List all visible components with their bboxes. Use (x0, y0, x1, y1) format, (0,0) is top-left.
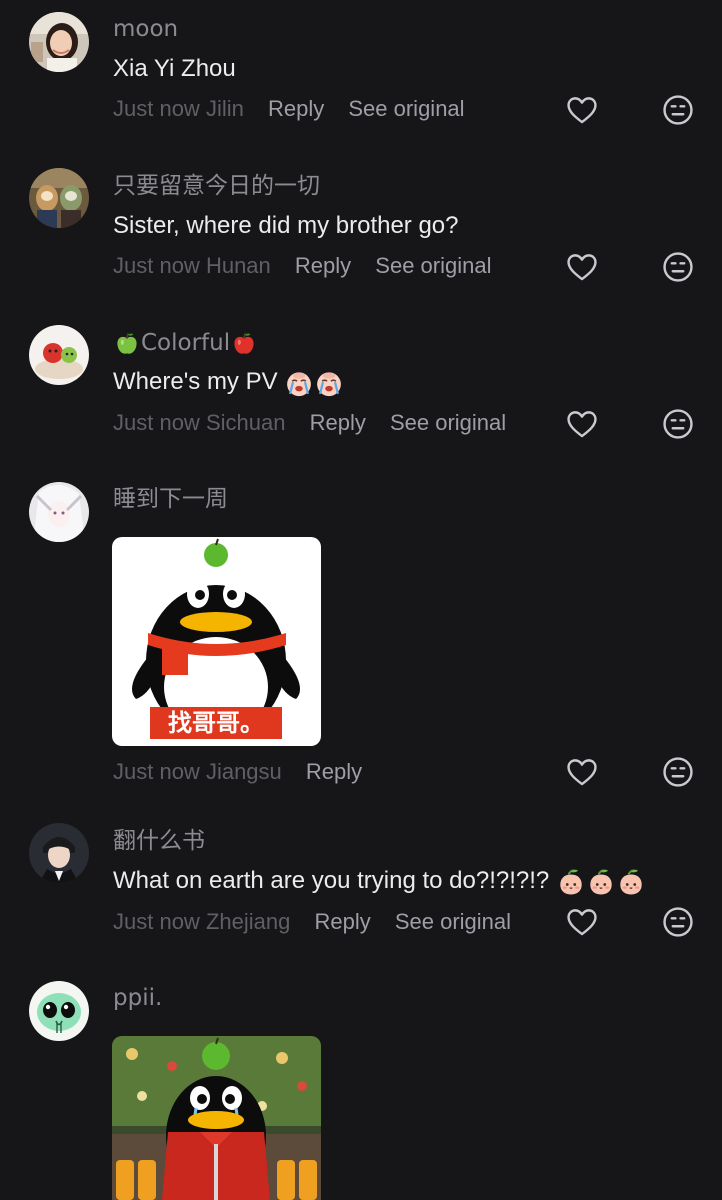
neutral-face-icon[interactable] (661, 93, 695, 127)
neutral-face-icon[interactable] (661, 755, 695, 789)
comment-username[interactable]: 翻什么书 (113, 827, 205, 855)
comment-username[interactable]: ppii. (113, 984, 162, 1012)
heart-outline-icon[interactable] (565, 905, 599, 939)
red-apple-icon (234, 332, 254, 354)
heart-outline-icon[interactable] (565, 755, 599, 789)
sticker-image[interactable] (112, 1036, 321, 1200)
avatar[interactable] (29, 482, 89, 542)
avatar[interactable] (29, 981, 89, 1041)
see-original-button[interactable]: See original (395, 909, 511, 934)
reply-button[interactable]: Reply (306, 759, 362, 784)
crying-face-icon (317, 372, 342, 396)
crying-face-icon (287, 372, 312, 396)
avatar[interactable] (29, 12, 89, 72)
heart-outline-icon[interactable] (565, 407, 599, 441)
comment-text: What on earth are you trying to do?!?!?!… (113, 866, 646, 897)
avatar[interactable] (29, 823, 89, 883)
comment-location: Sichuan (205, 410, 286, 435)
avatar[interactable] (29, 325, 89, 385)
comment-meta: Just now Hunan Reply See original (113, 252, 491, 280)
comment-location: Jilin (205, 96, 244, 121)
comment-time: Just now (113, 253, 200, 278)
comment-meta: Just now Jilin Reply See original (113, 95, 465, 123)
sticker-image[interactable]: 找哥哥。 (112, 537, 321, 746)
peach-face-icon (560, 869, 582, 895)
comment-text-label: Where's my PV (113, 368, 278, 395)
see-original-button[interactable]: See original (375, 253, 491, 278)
reply-button[interactable]: Reply (314, 909, 370, 934)
comment-time: Just now (113, 909, 200, 934)
comment-location: Jiangsu (205, 759, 282, 784)
comment-username[interactable]: 只要留意今日的一切 (113, 172, 320, 200)
green-apple-icon (117, 332, 137, 354)
peach-face-icon (590, 869, 612, 895)
comment-text: Xia Yi Zhou (113, 55, 236, 82)
heart-outline-icon[interactable] (565, 93, 599, 127)
comment-username[interactable]: moon (113, 15, 178, 43)
comment-username[interactable]: 睡到下一周 (113, 485, 228, 513)
comment-text-label: What on earth are you trying to do?!?!?!… (113, 867, 550, 894)
avatar[interactable] (29, 168, 89, 228)
comment-text: Where's my PV (113, 367, 344, 398)
comment-meta: Just now Jiangsu Reply (113, 758, 362, 786)
neutral-face-icon[interactable] (661, 905, 695, 939)
see-original-button[interactable]: See original (390, 410, 506, 435)
comment-time: Just now (113, 759, 200, 784)
comment-location: Zhejiang (205, 909, 291, 934)
heart-outline-icon[interactable] (565, 250, 599, 284)
comment-time: Just now (113, 410, 200, 435)
peach-face-icon (620, 869, 642, 895)
reply-button[interactable]: Reply (268, 96, 324, 121)
comment-location: Hunan (205, 253, 271, 278)
neutral-face-icon[interactable] (661, 407, 695, 441)
comment-username[interactable]: Colorful (113, 329, 258, 358)
comment-time: Just now (113, 96, 200, 121)
comment-text: Sister, where did my brother go? (113, 212, 459, 239)
neutral-face-icon[interactable] (661, 250, 695, 284)
sticker-caption: 找哥哥。 (168, 709, 264, 737)
comment-meta: Just now Zhejiang Reply See original (113, 908, 511, 936)
comment-meta: Just now Sichuan Reply See original (113, 409, 506, 437)
reply-button[interactable]: Reply (310, 410, 366, 435)
username-label: Colorful (141, 330, 231, 356)
reply-button[interactable]: Reply (295, 253, 351, 278)
see-original-button[interactable]: See original (348, 96, 464, 121)
